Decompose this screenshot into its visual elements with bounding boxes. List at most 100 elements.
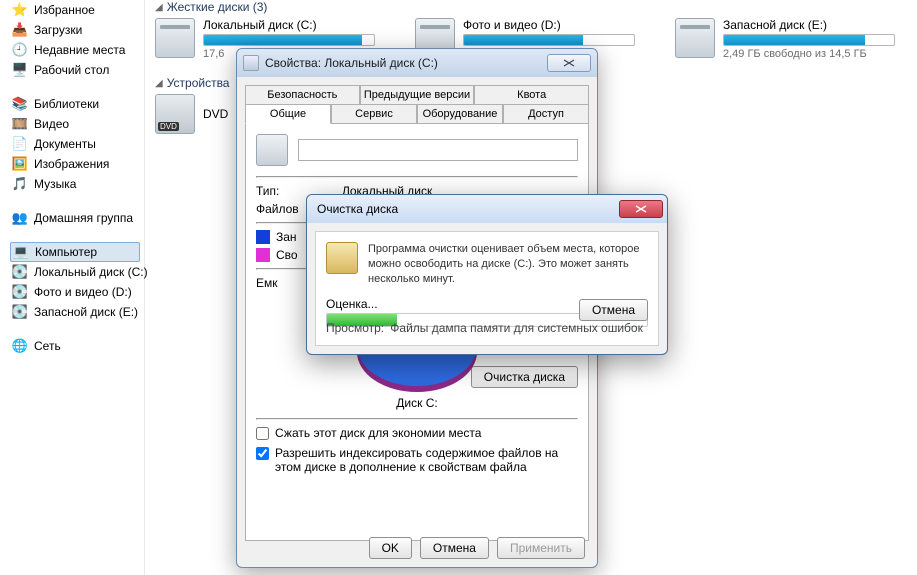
index-checkbox-row[interactable]: Разрешить индексировать содержимое файло… [256,446,578,474]
section-hdd[interactable]: ◢ Жесткие диски (3) [155,0,907,14]
disk-cleanup-button[interactable]: Очистка диска [471,366,578,388]
label: Загрузки [34,23,82,37]
cleanup-icon [326,242,358,274]
sidebar-computer[interactable]: 💻 Компьютер [10,242,140,262]
dvd-icon: DVD [155,94,195,134]
volume-label-input[interactable] [298,139,578,161]
dialog-titlebar[interactable]: Очистка диска [307,195,667,223]
tab-sharing[interactable]: Доступ [503,104,589,123]
used-swatch [256,230,270,244]
disk-icon: 💽 [12,264,28,280]
drive-icon [243,55,259,71]
picture-icon: 🖼️ [12,156,28,172]
chevron-down-icon: ◢ [155,78,163,89]
label: Домашняя группа [34,211,133,225]
disk-icon: 💽 [12,304,28,320]
sidebar-item-disk-c[interactable]: 💽Локальный диск (C:) [10,262,140,282]
drive-name: Локальный диск (C:) [203,18,375,32]
tab-hardware[interactable]: Оборудование [417,104,503,123]
sidebar: ⭐ Избранное 📥 Загрузки 🕘 Недавние места 🖥️ Р… [0,0,145,575]
label: Компьютер [35,245,97,259]
label: Библиотеки [34,97,99,111]
tab-tools[interactable]: Сервис [331,104,417,123]
sidebar-item-disk-e[interactable]: 💽 Запасной диск (E:) [10,302,140,322]
label: Просмотр: [326,321,384,335]
label: Видео [34,117,69,131]
label: Устройства [167,76,230,90]
index-checkbox[interactable] [256,447,269,460]
label: Жесткие диски (3) [167,0,268,14]
sidebar-item-recent[interactable]: 🕘 Недавние места [10,40,140,60]
label: Разрешить индексировать содержимое файло… [275,446,578,474]
sidebar-favorites[interactable]: ⭐ Избранное [10,0,140,20]
sidebar-item-music[interactable]: 🎵 Музыка [10,174,140,194]
sidebar-libraries[interactable]: 📚 Библиотеки [10,94,140,114]
capacity-bar [203,34,375,46]
compress-checkbox-row[interactable]: Сжать этот диск для экономии места [256,426,578,440]
tab-quota[interactable]: Квота [474,85,589,104]
tab-security[interactable]: Безопасность [245,85,360,104]
compress-checkbox[interactable] [256,427,269,440]
label: Документы [34,137,96,151]
label: Избранное [34,3,95,17]
drive-name: Запасной диск (E:) [723,18,895,32]
sidebar-item-video[interactable]: 🎞️ Видео [10,114,140,134]
sidebar-network[interactable]: 🌐 Сеть [10,336,140,356]
computer-icon: 💻 [13,244,29,260]
label: Недавние места [34,43,125,57]
tab-general[interactable]: Общие [245,104,331,124]
label: Сво [276,248,298,262]
recent-icon: 🕘 [12,42,28,58]
close-icon [563,59,575,67]
label: Фото и видео (D:) [34,285,132,299]
drive-name: Фото и видео (D:) [463,18,635,32]
close-button[interactable] [619,200,663,218]
disk-icon: 💽 [12,284,28,300]
message: Программа очистки оценивает объем места,… [368,242,648,287]
sidebar-item-documents[interactable]: 📄Документы [10,134,140,154]
label: Зан [276,230,297,244]
capacity-bar [463,34,635,46]
video-icon: 🎞️ [12,116,28,132]
cancel-button[interactable]: Отмена [420,537,489,559]
desktop-icon: 🖥️ [12,62,28,78]
cancel-button[interactable]: Отмена [579,299,648,321]
drive-name: DVD [203,107,228,121]
label: Изображения [34,157,109,171]
download-icon: 📥 [12,22,28,38]
chevron-down-icon: ◢ [155,2,163,13]
label: Запасной диск (E:) [34,305,138,319]
drive-icon [256,134,288,166]
sidebar-item-desktop[interactable]: 🖥️ Рабочий стол [10,60,140,80]
label: Локальный диск (C:) [34,265,148,279]
dialog-title: Свойства: Локальный диск (C:) [265,56,547,70]
disk-cleanup-dialog: Очистка диска Программа очистки оценивае… [306,194,668,355]
drive-free: 2,49 ГБ свободно из 14,5 ГБ [723,48,895,60]
capacity-bar [723,34,895,46]
label: Сжать этот диск для экономии места [275,426,481,440]
dialog-titlebar[interactable]: Свойства: Локальный диск (C:) [237,49,597,77]
ok-button[interactable]: OK [369,537,412,559]
sidebar-item-disk-d[interactable]: 💽 Фото и видео (D:) [10,282,140,302]
drive-icon [675,18,715,58]
dialog-title: Очистка диска [317,202,619,216]
sidebar-item-pictures[interactable]: 🖼️ Изображения [10,154,140,174]
library-icon: 📚 [12,96,28,112]
drive-icon [155,18,195,58]
disk-label: Диск C: [256,396,578,410]
close-icon [635,205,647,213]
tab-previous-versions[interactable]: Предыдущие версии [360,85,475,104]
close-button[interactable] [547,54,591,72]
drive-e[interactable]: Запасной диск (E:) 2,49 ГБ свободно из 1… [675,18,895,60]
value: Файлы дампа памяти для системных ошибок [390,321,643,335]
label: Рабочий стол [34,63,109,77]
sidebar-homegroup[interactable]: 👥Домашняя группа [10,208,140,228]
label: Сеть [34,339,61,353]
apply-button[interactable]: Применить [497,537,585,559]
sidebar-item-downloads[interactable]: 📥 Загрузки [10,20,140,40]
network-icon: 🌐 [12,338,28,354]
music-icon: 🎵 [12,176,28,192]
label: Музыка [34,177,76,191]
star-icon: ⭐ [12,2,28,18]
free-swatch [256,248,270,262]
